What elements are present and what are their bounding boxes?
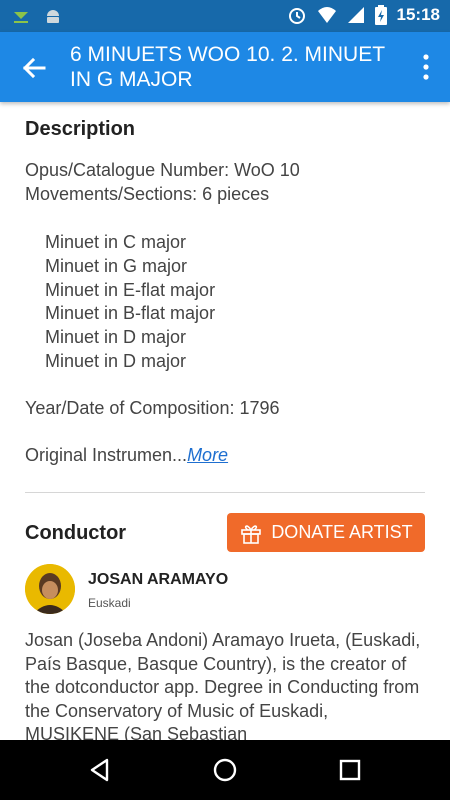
overflow-menu-button[interactable]	[414, 52, 438, 82]
content-scroll[interactable]: Description Opus/Catalogue Number: WoO 1…	[25, 102, 425, 740]
composition-year: Year/Date of Composition: 1796	[25, 398, 280, 418]
more-link[interactable]: More	[187, 445, 228, 465]
piece-item: Minuet in G major	[45, 256, 188, 276]
nav-home-button[interactable]	[211, 756, 239, 784]
conductor-name[interactable]: JOSAN ARAMAYO	[88, 571, 228, 589]
status-bar: 15:18	[0, 0, 450, 32]
app-bar: 6 MINUETS WOO 10. 2. MINUET IN G MAJOR	[0, 32, 450, 102]
donate-label: DONATE ARTIST	[271, 522, 413, 542]
piece-item: Minuet in D major	[45, 351, 187, 371]
piece-item: Minuet in E-flat major	[45, 280, 216, 300]
piece-item: Minuet in B-flat major	[45, 303, 216, 323]
arrow-back-icon	[22, 57, 46, 79]
avatar[interactable]	[25, 564, 75, 614]
divider	[25, 492, 425, 493]
status-time: 15:18	[396, 5, 440, 24]
instrumentation-text: Original Instrumen...	[25, 445, 188, 465]
wifi-icon	[317, 7, 336, 23]
battery-icon	[374, 5, 387, 25]
donate-artist-button[interactable]: DONATE ARTIST	[227, 513, 425, 552]
signal-icon	[347, 7, 364, 23]
description-heading: Description	[25, 118, 136, 140]
piece-item: Minuet in C major	[45, 232, 187, 252]
square-recents-icon	[339, 759, 361, 781]
instrumentation-line: Original Instrumen...More	[25, 445, 228, 466]
conductor-heading: Conductor	[25, 522, 127, 544]
conductor-bio: Josan (Joseba Andoni) Aramayo Irueta, (E…	[25, 630, 421, 740]
more-vert-icon	[423, 54, 429, 80]
nav-back-button[interactable]	[86, 756, 114, 784]
alarm-icon	[288, 8, 305, 24]
piece-item: Minuet in D major	[45, 327, 187, 347]
navigation-bar	[0, 740, 450, 800]
nav-recents-button[interactable]	[336, 756, 364, 784]
gift-icon	[241, 524, 262, 544]
circle-home-icon	[213, 758, 237, 782]
avatar-photo	[25, 564, 75, 614]
triangle-back-icon	[90, 758, 109, 782]
download-icon	[14, 12, 28, 23]
opus-number: Opus/Catalogue Number: WoO 10	[25, 160, 300, 180]
android-icon	[47, 10, 59, 23]
movements-info: Movements/Sections: 6 pieces	[25, 184, 270, 204]
conductor-location: Euskadi	[88, 596, 131, 610]
back-button[interactable]	[16, 50, 52, 86]
page-title: 6 MINUETS WOO 10. 2. MINUET IN G MAJOR	[70, 43, 385, 91]
